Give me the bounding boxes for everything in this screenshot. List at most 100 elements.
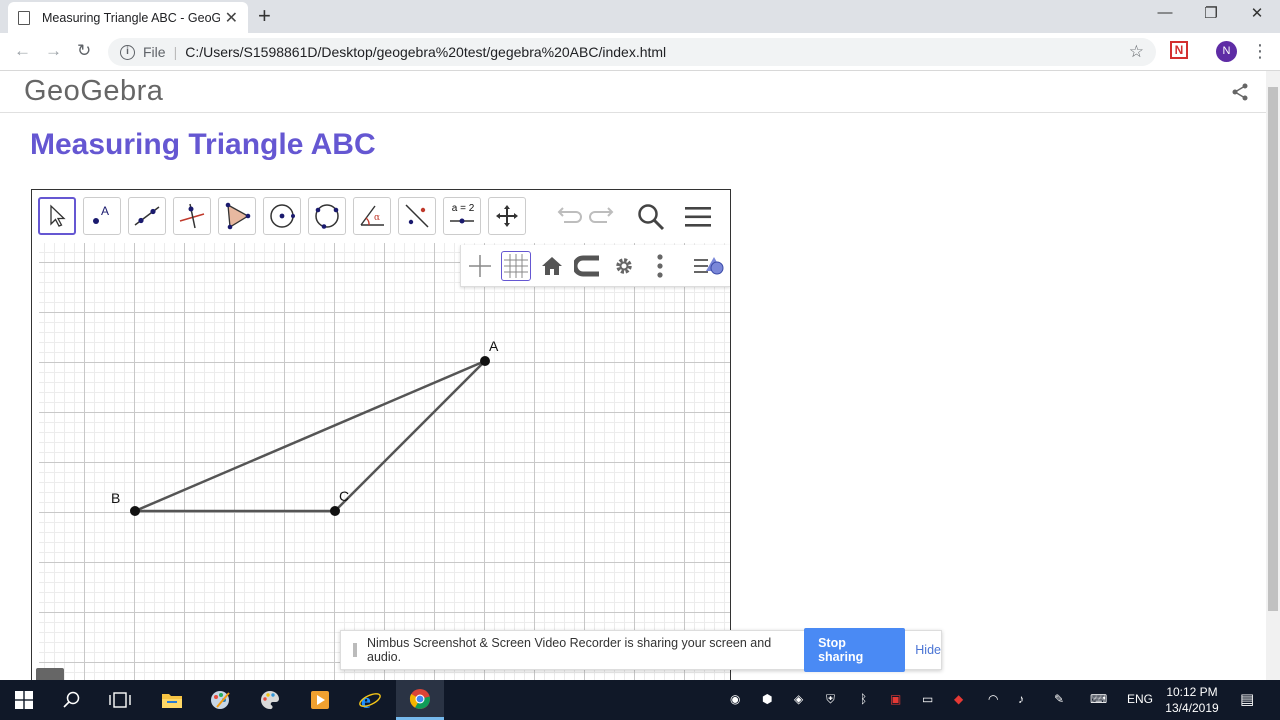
task-view-button[interactable]: [96, 680, 144, 720]
notification-message: Nimbus Screenshot & Screen Video Recorde…: [367, 636, 772, 664]
hamburger-menu-icon[interactable]: [683, 204, 713, 230]
start-button[interactable]: [0, 680, 48, 720]
back-arrow-icon[interactable]: ←: [14, 41, 31, 61]
undo-icon[interactable]: [554, 204, 582, 228]
address-bar-row: ← → ↻ i File | C:/Users/S1598861D/Deskto…: [0, 33, 1280, 71]
standard-view-button[interactable]: [537, 251, 567, 281]
tray-security-icon[interactable]: ⛨: [826, 692, 835, 707]
taskbar-search-button[interactable]: [48, 680, 96, 720]
point-label-a[interactable]: A: [489, 338, 499, 354]
polygon-icon: [225, 202, 251, 230]
polygon-tool[interactable]: [218, 197, 256, 235]
search-icon[interactable]: [636, 202, 666, 232]
palette-icon: [261, 691, 279, 710]
triangle-abc[interactable]: [134, 359, 486, 513]
geogebra-logo[interactable]: GeoGebra: [24, 75, 163, 108]
graphics-settings-button[interactable]: [609, 251, 639, 281]
reflect-tool[interactable]: [398, 197, 436, 235]
extension-icon[interactable]: N: [1170, 41, 1188, 59]
url-scheme: File: [143, 44, 166, 60]
system-clock[interactable]: 10:12 PM 13/4/2019: [1150, 684, 1234, 716]
windows-taskbar: e ◉ ⬢ ◈ ⛨ ᛒ ▣ ▭ ◆ ◠ ♪ ✎ ⌨ ENG 10:12 PM 1…: [0, 680, 1280, 720]
line-tool[interactable]: [128, 197, 166, 235]
angle-tool[interactable]: α: [353, 197, 391, 235]
pen-icon[interactable]: ✎: [1054, 692, 1064, 706]
move-tool[interactable]: [38, 197, 76, 235]
drag-handle-icon[interactable]: [353, 643, 357, 657]
chrome-icon: [409, 688, 431, 709]
url-field[interactable]: i File | C:/Users/S1598861D/Desktop/geog…: [108, 38, 1156, 66]
bookmark-star-icon[interactable]: ☆: [1129, 42, 1144, 62]
media-app-button[interactable]: [296, 680, 344, 720]
point-capturing-button[interactable]: [573, 251, 603, 281]
file-explorer-button[interactable]: [148, 680, 196, 720]
volume-icon[interactable]: ♪: [1018, 692, 1024, 706]
page-scrollbar[interactable]: [1266, 71, 1280, 680]
show-axes-button[interactable]: [465, 251, 495, 281]
notifications-icon[interactable]: ▤: [1240, 690, 1254, 708]
show-grid-button[interactable]: [501, 251, 531, 281]
browser-menu-icon[interactable]: ⋮: [1251, 41, 1269, 62]
restore-button[interactable]: ❐: [1188, 4, 1234, 22]
more-options-button[interactable]: [645, 251, 675, 281]
tray-vpn-icon[interactable]: ◈: [794, 692, 803, 706]
media-icon: [311, 691, 329, 709]
hide-button[interactable]: Hide: [915, 643, 941, 657]
touch-keyboard-icon[interactable]: ⌨: [1090, 692, 1107, 706]
tray-edge-icon[interactable]: ◉: [730, 692, 740, 706]
circle-three-points-icon: [315, 204, 339, 229]
bluetooth-icon[interactable]: ᛒ: [860, 692, 867, 706]
task-view-icon: [109, 692, 131, 708]
window-close-button[interactable]: ✕: [1234, 4, 1280, 22]
tray-nimbus-icon[interactable]: ◆: [954, 692, 963, 706]
info-icon[interactable]: i: [120, 44, 135, 60]
reload-icon[interactable]: ↻: [77, 41, 91, 61]
point-tool[interactable]: A: [83, 197, 121, 235]
share-icon[interactable]: [1231, 83, 1249, 101]
taskbar-search-icon: [63, 691, 80, 708]
tab-title: Measuring Triangle ABC - GeoGebra: [42, 10, 220, 25]
url-text[interactable]: C:/Users/S1598861D/Desktop/geogebra%20te…: [185, 44, 666, 60]
point-b[interactable]: [130, 506, 140, 516]
home-icon: [542, 257, 562, 275]
point-a[interactable]: [480, 356, 490, 366]
tray-shield-icon[interactable]: ⬢: [762, 692, 772, 706]
new-tab-button[interactable]: +: [258, 3, 271, 29]
toggle-style-bar-button[interactable]: [691, 251, 727, 281]
chrome-taskbar-button[interactable]: [396, 680, 444, 720]
circle-three-points-tool[interactable]: [308, 197, 346, 235]
move-arrows-icon: [496, 205, 518, 227]
scrollbar-thumb[interactable]: [1268, 87, 1278, 611]
perpendicular-line-tool[interactable]: [173, 197, 211, 235]
graphics-view[interactable]: A B C: [39, 243, 730, 689]
stop-sharing-button[interactable]: Stop sharing: [804, 628, 906, 672]
move-graphics-view-tool[interactable]: [488, 197, 526, 235]
profile-avatar[interactable]: N: [1216, 41, 1237, 62]
point-label-b[interactable]: B: [111, 490, 120, 506]
minimize-button[interactable]: —: [1142, 4, 1188, 21]
close-tab-icon[interactable]: ✕: [225, 8, 238, 28]
grid-icon: [504, 254, 528, 278]
paint-app-button[interactable]: [196, 680, 244, 720]
circle-center-tool[interactable]: [263, 197, 301, 235]
point-c[interactable]: [330, 506, 340, 516]
redo-icon[interactable]: [589, 204, 617, 228]
svg-text:α: α: [374, 213, 380, 223]
clock-date: 13/4/2019: [1165, 701, 1219, 715]
cursor-arrow-icon: [50, 204, 66, 227]
forward-arrow-icon[interactable]: →: [45, 41, 62, 61]
palette-app-button[interactable]: [246, 680, 294, 720]
browser-tab-bar: Measuring Triangle ABC - GeoGebra ✕ + — …: [0, 0, 1280, 33]
reflect-icon: [405, 204, 429, 228]
tray-recorder-icon[interactable]: ▣: [890, 692, 901, 706]
point-label-c[interactable]: C: [339, 488, 349, 504]
internet-explorer-button[interactable]: e: [346, 680, 394, 720]
slider-tool[interactable]: a = 2: [443, 197, 481, 235]
triangle-canvas[interactable]: A B C: [39, 243, 730, 689]
page-title: Measuring Triangle ABC: [30, 128, 376, 161]
folder-icon: [162, 694, 182, 708]
tray-battery-icon[interactable]: ▭: [922, 692, 933, 706]
browser-tab[interactable]: Measuring Triangle ABC - GeoGebra ✕: [8, 2, 248, 33]
wifi-icon[interactable]: ◠: [988, 692, 998, 706]
more-vertical-icon: [657, 254, 663, 278]
